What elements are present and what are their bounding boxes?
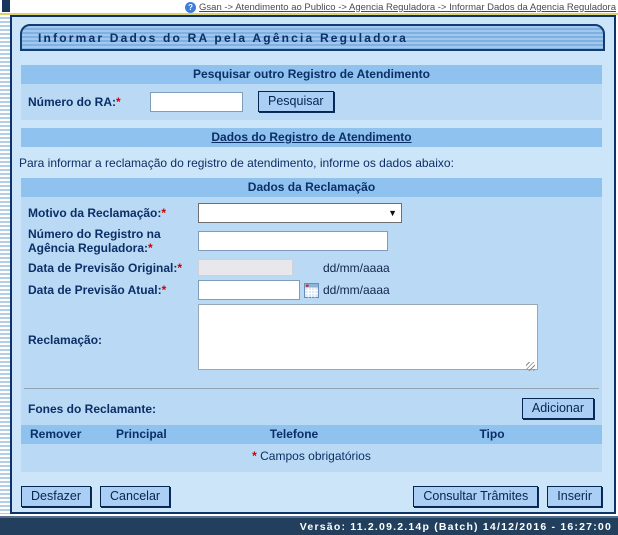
dados-ra-header: Dados do Registro de Atendimento bbox=[21, 128, 602, 147]
main-frame: Informar Dados do RA pela Agência Regula… bbox=[0, 15, 618, 514]
dados-ra-link[interactable]: Dados do Registro de Atendimento bbox=[211, 130, 411, 144]
search-section: Pesquisar outro Registro de Atendimento … bbox=[21, 65, 602, 120]
required-asterisk: * bbox=[116, 95, 121, 109]
data-atual-row: Data de Previsão Atual:* bbox=[21, 278, 602, 302]
inserir-button[interactable]: Inserir bbox=[547, 486, 602, 507]
fones-label: Fones do Reclamante: bbox=[28, 402, 156, 416]
reclamacao-textarea[interactable] bbox=[198, 304, 538, 370]
desfazer-button[interactable]: Desfazer bbox=[21, 486, 91, 507]
column-header-remover: Remover bbox=[21, 427, 106, 441]
pesquisar-button[interactable]: Pesquisar bbox=[258, 91, 334, 112]
data-previsao-atual-input[interactable] bbox=[198, 280, 300, 300]
data-previsao-original-input bbox=[198, 259, 293, 276]
help-icon[interactable]: ? bbox=[185, 2, 196, 13]
numero-registro-input[interactable] bbox=[198, 231, 388, 251]
complaint-section: Dados da Reclamação Motivo da Reclamação… bbox=[21, 178, 602, 472]
version-footer: Versão: 11.2.09.2.14p (Batch) 14/12/2016… bbox=[0, 516, 618, 535]
column-header-tipo: Tipo bbox=[382, 427, 602, 441]
instruction-text: Para informar a reclamação do registro d… bbox=[19, 156, 608, 170]
motivo-select[interactable]: ▼ bbox=[198, 203, 402, 223]
motivo-row: Motivo da Reclamação:* ▼ bbox=[21, 201, 602, 225]
reclamacao-label: Reclamação: bbox=[28, 333, 198, 347]
numero-ra-label: Número do RA:* bbox=[28, 95, 150, 109]
reclamacao-row: Reclamação: bbox=[21, 302, 602, 377]
required-asterisk: * bbox=[148, 241, 153, 255]
fones-row: Fones do Reclamante: Adicionar bbox=[21, 396, 602, 425]
date-format-hint: dd/mm/aaaa bbox=[323, 261, 390, 275]
adicionar-button[interactable]: Adicionar bbox=[522, 398, 594, 419]
action-buttons-row: Desfazer Cancelar Consultar Trâmites Ins… bbox=[21, 486, 602, 507]
required-asterisk: * bbox=[177, 261, 182, 275]
calendar-icon[interactable] bbox=[304, 283, 319, 298]
column-header-principal: Principal bbox=[106, 427, 206, 441]
column-header-telefone: Telefone bbox=[206, 427, 382, 441]
dropdown-arrow-icon: ▼ bbox=[388, 208, 397, 218]
phones-table-header: Remover Principal Telefone Tipo bbox=[21, 425, 602, 444]
motivo-label: Motivo da Reclamação:* bbox=[28, 206, 198, 220]
gsan-window: ? Gsan -> Atendimento ao Publico -> Agen… bbox=[0, 0, 618, 535]
numero-registro-label: Número do Registro na Agência Reguladora… bbox=[28, 227, 198, 255]
numero-registro-row: Número do Registro na Agência Reguladora… bbox=[21, 225, 602, 257]
data-original-row: Data de Previsão Original:* dd/mm/aaaa bbox=[21, 257, 602, 278]
required-asterisk: * bbox=[161, 206, 166, 220]
required-asterisk: * bbox=[162, 283, 167, 297]
main-panel: Informar Dados do RA pela Agência Regula… bbox=[10, 15, 616, 514]
left-stripe-decoration bbox=[0, 15, 10, 514]
breadcrumb-bar: ? Gsan -> Atendimento ao Publico -> Agen… bbox=[0, 0, 618, 15]
data-original-label: Data de Previsão Original:* bbox=[28, 261, 198, 275]
required-asterisk: * bbox=[252, 449, 257, 463]
divider bbox=[24, 388, 599, 389]
numero-ra-input[interactable] bbox=[150, 92, 243, 112]
date-format-hint: dd/mm/aaaa bbox=[323, 283, 390, 297]
required-fields-note: * Campos obrigatórios bbox=[21, 444, 602, 472]
data-atual-label: Data de Previsão Atual:* bbox=[28, 283, 198, 297]
search-section-title: Pesquisar outro Registro de Atendimento bbox=[21, 65, 602, 84]
complaint-section-title: Dados da Reclamação bbox=[21, 178, 602, 197]
page-title: Informar Dados do RA pela Agência Regula… bbox=[20, 24, 605, 51]
breadcrumb[interactable]: Gsan -> Atendimento ao Publico -> Agenci… bbox=[199, 2, 616, 13]
consultar-tramites-button[interactable]: Consultar Trâmites bbox=[413, 486, 538, 507]
cancelar-button[interactable]: Cancelar bbox=[100, 486, 170, 507]
